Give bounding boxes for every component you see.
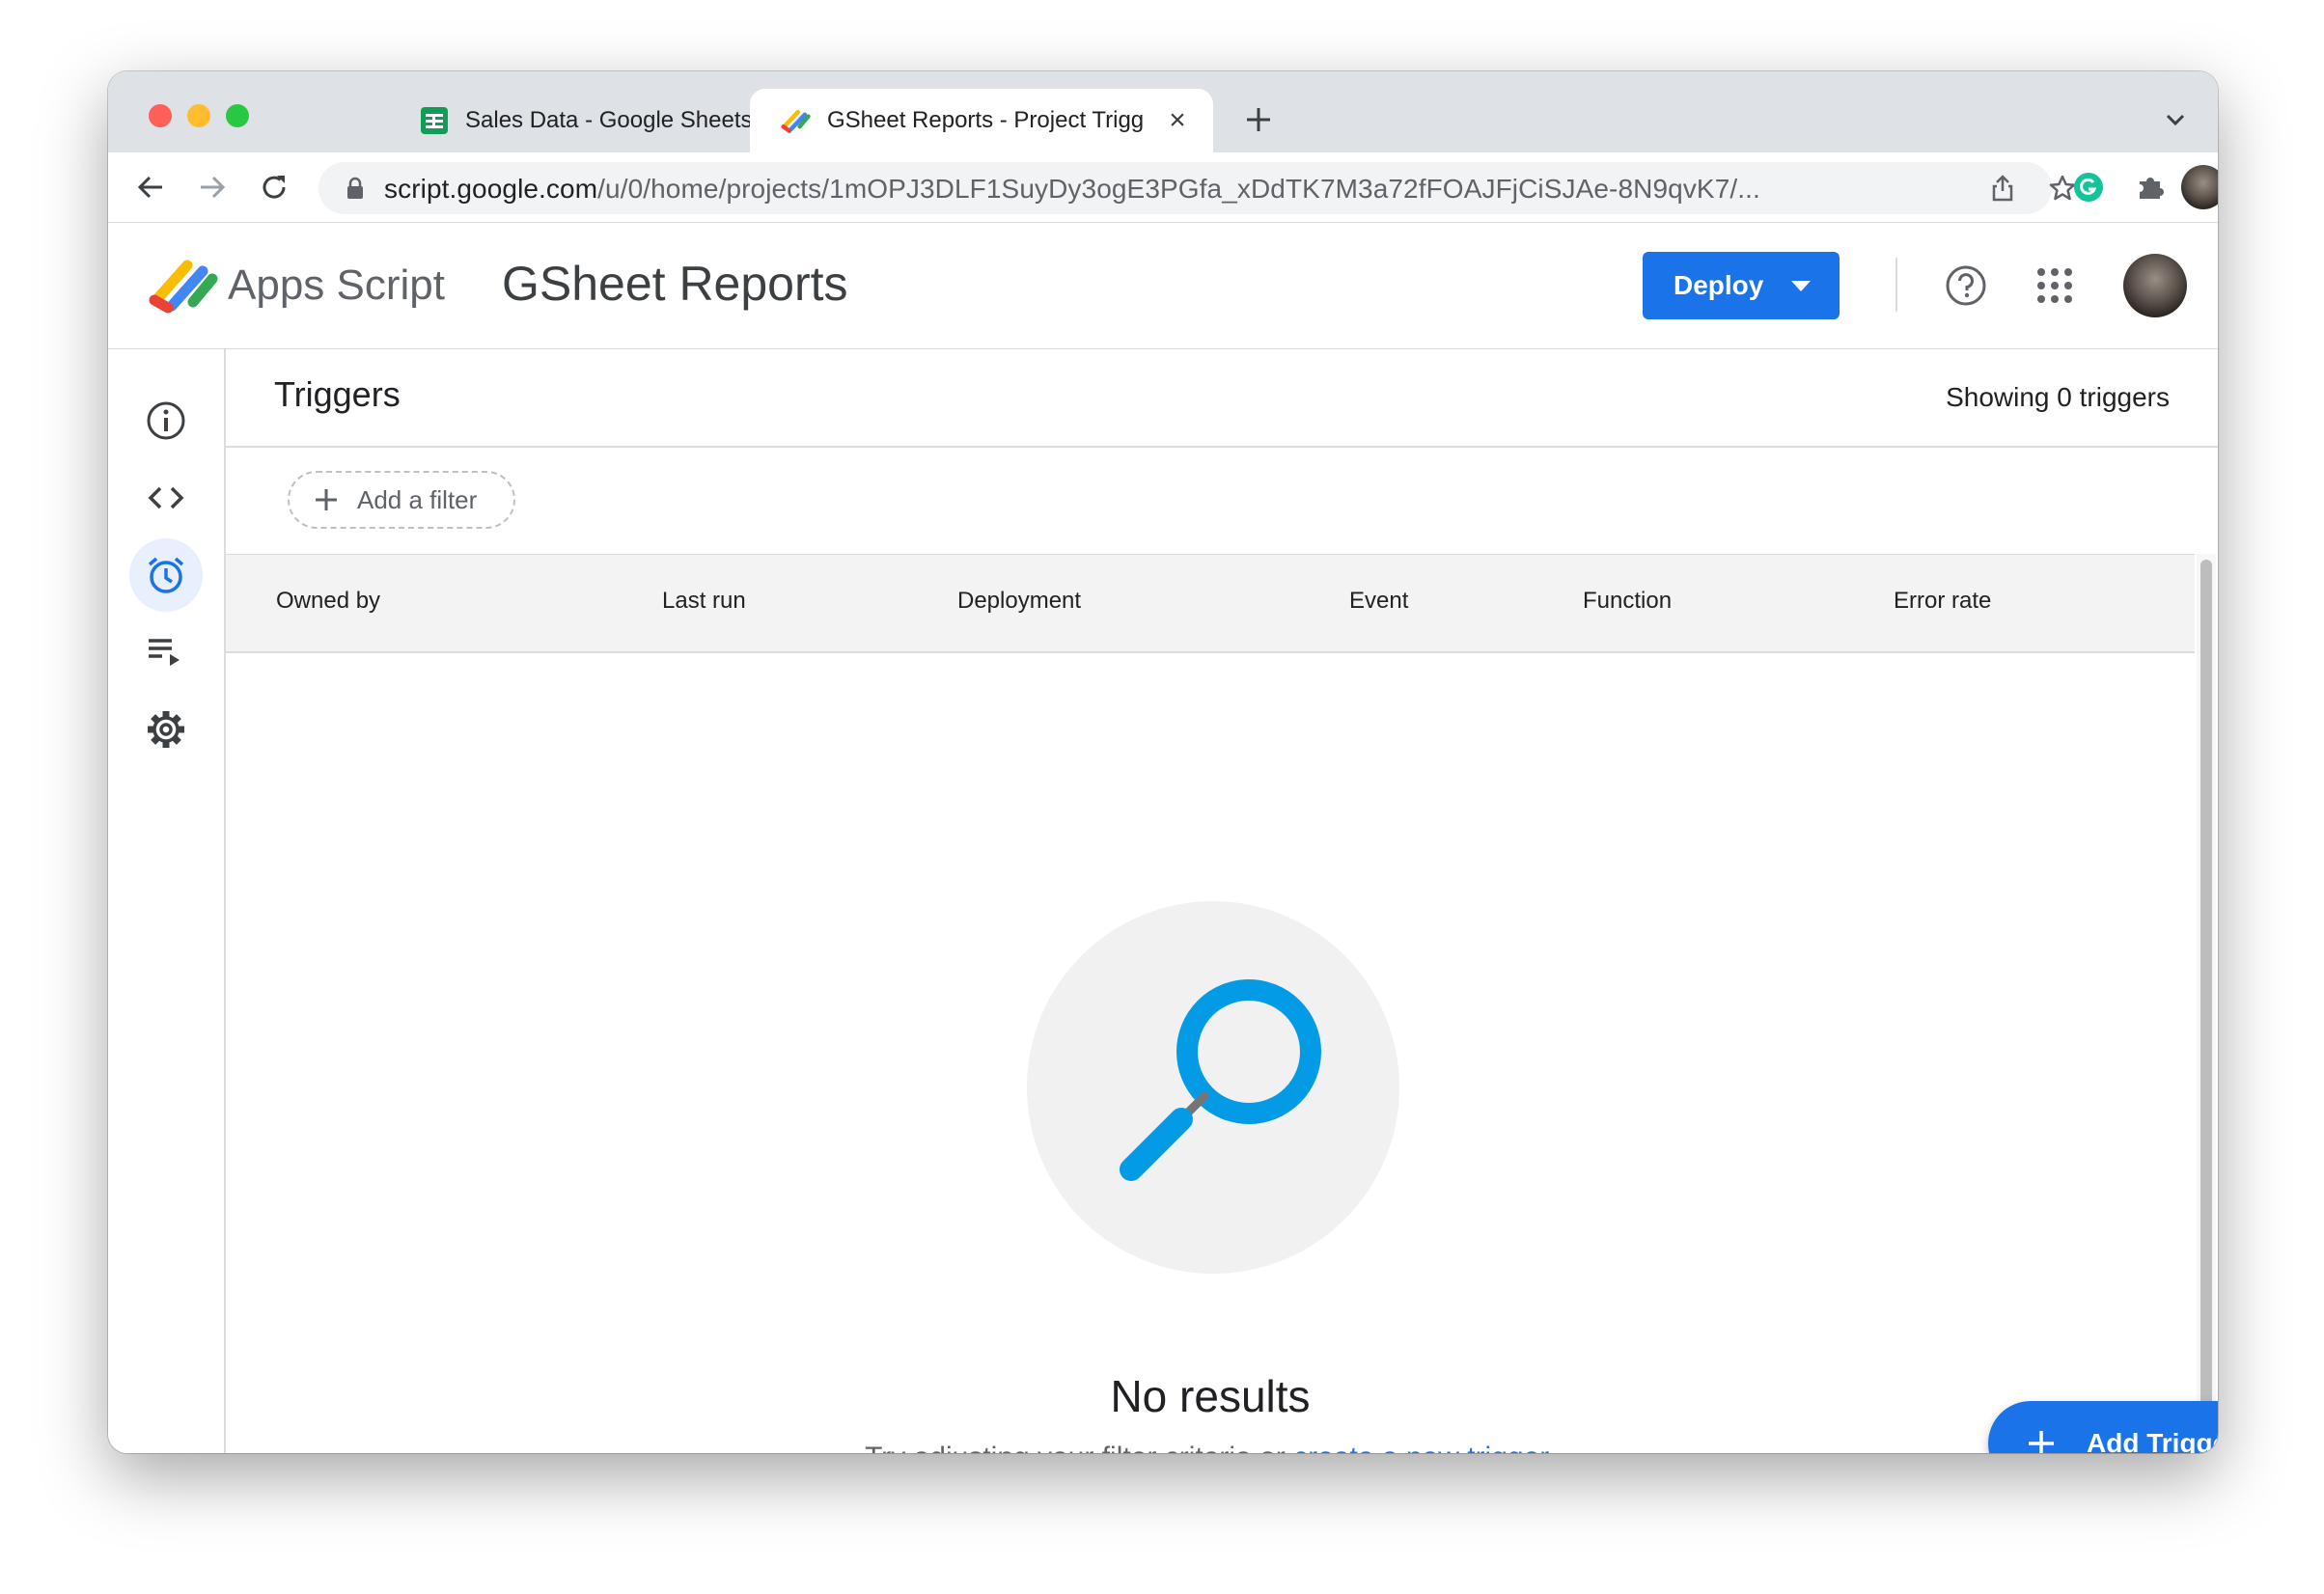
triggers-table-header: Owned by Last run Deployment Event Funct… xyxy=(226,554,2195,653)
gear-icon xyxy=(148,711,184,748)
app-header: Apps Script GSheet Reports Deploy xyxy=(108,223,2218,349)
column-last-run[interactable]: Last run xyxy=(662,588,746,615)
browser-toolbar: script.google.com/u/0/home/projects/1mOP… xyxy=(108,152,2218,223)
account-avatar[interactable] xyxy=(2123,254,2187,317)
info-icon xyxy=(147,401,185,440)
arrow-right-icon xyxy=(201,176,226,199)
profile-avatar[interactable] xyxy=(2181,165,2218,209)
column-error-rate[interactable]: Error rate xyxy=(1894,588,1991,615)
apps-script-icon xyxy=(781,109,811,133)
empty-state-hint: Try adjusting your filter criteria or cr… xyxy=(226,1442,2195,1453)
apps-grid-icon[interactable] xyxy=(2034,265,2075,306)
url-text: script.google.com/u/0/home/projects/1mOP… xyxy=(384,174,1760,205)
column-event[interactable]: Event xyxy=(1349,588,1408,615)
minimize-window-button[interactable] xyxy=(187,104,210,127)
google-sheets-icon xyxy=(421,107,448,134)
column-deployment[interactable]: Deployment xyxy=(957,588,1081,615)
chevron-down-icon[interactable] xyxy=(2162,106,2189,133)
plus-icon xyxy=(2029,1431,2054,1453)
create-trigger-link[interactable]: create a new trigger. xyxy=(1293,1442,1556,1453)
triggers-page: Triggers Showing 0 triggers Add a filter… xyxy=(226,349,2218,1453)
tab-strip: Sales Data - Google Sheets × GSheet Repo… xyxy=(108,71,2218,152)
left-rail xyxy=(108,349,226,1453)
caret-down-icon xyxy=(1791,281,1811,291)
playlist-play-icon xyxy=(149,639,180,666)
deploy-label: Deploy xyxy=(1674,270,1764,300)
alarm-clock-icon xyxy=(148,557,184,593)
plus-icon xyxy=(316,489,337,510)
arrow-left-icon xyxy=(137,176,162,199)
project-name[interactable]: GSheet Reports xyxy=(502,256,848,312)
add-trigger-button[interactable]: Add Trigger xyxy=(1988,1401,2218,1453)
url-path: /u/0/home/projects/1mOPJ3DLF1SuyDy3ogE3P… xyxy=(597,174,1760,204)
product-name: Apps Script xyxy=(228,261,445,309)
divider xyxy=(226,446,2218,448)
add-trigger-label: Add Trigger xyxy=(2087,1428,2218,1453)
column-function[interactable]: Function xyxy=(1583,588,1672,615)
scrollbar[interactable] xyxy=(2197,554,2216,1453)
tab-title: GSheet Reports - Project Trigg xyxy=(827,107,1145,133)
zoom-window-button[interactable] xyxy=(226,104,249,127)
close-window-button[interactable] xyxy=(149,104,172,127)
trigger-count: Showing 0 triggers xyxy=(1946,382,2170,412)
empty-state-title: No results xyxy=(1110,1371,1311,1421)
tab-title: Sales Data - Google Sheets xyxy=(465,107,753,133)
add-filter-button[interactable]: Add a filter xyxy=(288,471,515,529)
rail-item-settings[interactable] xyxy=(129,693,203,766)
back-button[interactable] xyxy=(133,170,168,205)
apps-script-logo xyxy=(149,260,218,314)
rail-item-executions[interactable] xyxy=(129,616,203,689)
url-host: script.google.com xyxy=(384,174,598,204)
rail-item-editor[interactable] xyxy=(129,461,203,535)
add-filter-label: Add a filter xyxy=(357,484,478,514)
column-owned-by[interactable]: Owned by xyxy=(276,588,380,615)
help-icon[interactable] xyxy=(1944,263,1988,308)
reload-icon xyxy=(263,176,286,199)
grammarly-extension-button[interactable] xyxy=(2071,170,2106,205)
deploy-button[interactable]: Deploy xyxy=(1643,252,1840,319)
plus-icon xyxy=(1247,108,1270,131)
browser-window: Sales Data - Google Sheets × GSheet Repo… xyxy=(108,71,2218,1453)
code-icon xyxy=(148,486,184,509)
reload-button[interactable] xyxy=(257,170,291,205)
scrollbar-thumb[interactable] xyxy=(2200,560,2212,1438)
tab-close-button[interactable]: × xyxy=(1163,106,1192,135)
header-divider xyxy=(1895,258,1897,312)
empty-state-hint-text: Try adjusting your filter criteria or xyxy=(865,1442,1286,1453)
lock-icon xyxy=(347,177,363,199)
rail-item-overview[interactable] xyxy=(129,384,203,457)
rail-item-triggers[interactable] xyxy=(129,538,203,612)
tab-gsheet-reports[interactable]: GSheet Reports - Project Trigg × xyxy=(750,89,1213,152)
grammarly-icon xyxy=(2074,173,2103,202)
page-title: Triggers xyxy=(274,374,401,414)
share-icon[interactable] xyxy=(1988,174,2017,203)
address-bar[interactable]: script.google.com/u/0/home/projects/1mOP… xyxy=(318,162,2076,214)
empty-search-illustration xyxy=(1027,901,1399,1274)
new-tab-button[interactable] xyxy=(1239,100,1278,139)
puzzle-icon xyxy=(2140,178,2164,199)
extensions-button[interactable] xyxy=(2133,170,2168,205)
forward-button[interactable] xyxy=(195,170,230,205)
